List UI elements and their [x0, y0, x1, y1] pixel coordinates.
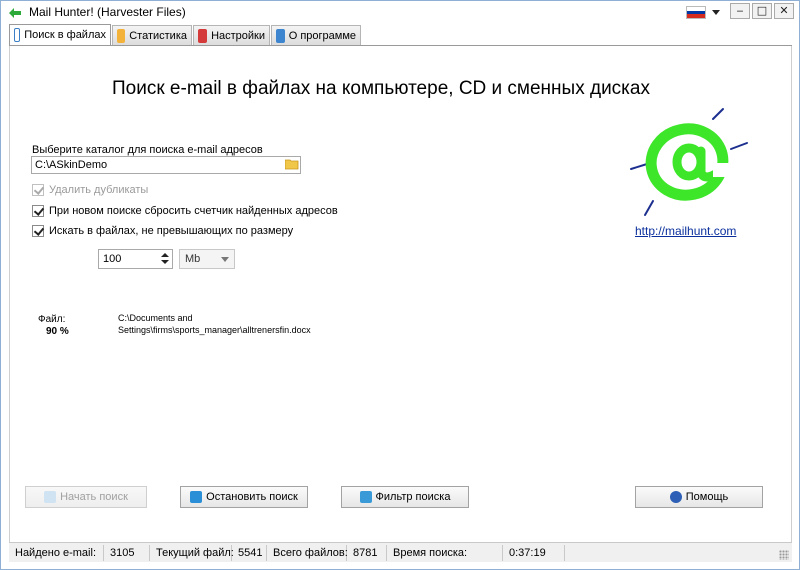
- checkbox-box: [32, 205, 44, 217]
- status-current-value: 5541: [232, 545, 267, 561]
- page-title: Поиск e-mail в файлах на компьютере, CD …: [112, 78, 650, 99]
- help-label: Помощь: [685, 491, 729, 503]
- current-file-path: C:\Documents and Settings\firms\sports_m…: [118, 313, 311, 335]
- directory-input[interactable]: [31, 156, 301, 174]
- start-search-button[interactable]: Начать поиск: [25, 486, 147, 508]
- statistics-icon: [117, 28, 126, 43]
- status-found-value: 3105: [104, 545, 150, 561]
- directory-label: Выберите каталог для поиска e-mail адрес…: [32, 144, 263, 156]
- tab-search-files[interactable]: Поиск в файлах: [9, 24, 111, 45]
- settings-icon: [198, 28, 208, 43]
- reset-counter-label: При новом поиске сбросить счетчик найден…: [49, 205, 338, 217]
- folder-icon[interactable]: [285, 158, 299, 170]
- remove-duplicates-label: Удалить дубликаты: [49, 184, 149, 196]
- tab-divider: [9, 45, 792, 46]
- file-label: Файл:: [38, 314, 66, 325]
- status-current-label: Текущий файл:: [150, 545, 234, 561]
- title-bar[interactable]: Mail Hunter! (Harvester Files) ‒ □ ✕: [1, 1, 799, 23]
- app-logo-icon: [9, 8, 21, 18]
- status-total-label: Всего файлов:: [267, 545, 348, 561]
- stop-search-button[interactable]: Остановить поиск: [180, 486, 308, 508]
- search-filter-label: Фильтр поиска: [375, 491, 451, 503]
- file-progress-percent: 90 %: [46, 326, 69, 337]
- help-button[interactable]: Помощь: [635, 486, 763, 508]
- tab-settings[interactable]: Настройки: [193, 25, 270, 45]
- about-icon: [276, 28, 285, 43]
- chevron-down-icon[interactable]: [712, 10, 720, 15]
- size-unit-select[interactable]: Mb: [179, 249, 235, 269]
- size-unit-value: Mb: [185, 253, 201, 265]
- tab-label: О программе: [288, 29, 356, 42]
- tab-label: Поиск в файлах: [24, 29, 106, 41]
- start-icon: [44, 491, 57, 503]
- search-filter-button[interactable]: Фильтр поиска: [341, 486, 469, 508]
- size-limit-checkbox[interactable]: Искать в файлах, не превышающих по разме…: [32, 225, 293, 237]
- reset-counter-checkbox[interactable]: При новом поиске сбросить счетчик найден…: [32, 205, 338, 217]
- tab-label: Статистика: [129, 29, 187, 42]
- stop-icon: [190, 491, 203, 503]
- search-files-icon: [14, 28, 21, 42]
- checkbox-box: [32, 225, 44, 237]
- tab-statistics[interactable]: Статистика: [112, 25, 192, 45]
- app-window: Mail Hunter! (Harvester Files) ‒ □ ✕ Пои…: [0, 0, 800, 570]
- maximize-button[interactable]: □: [752, 3, 772, 19]
- status-bar: Найдено e-mail: 3105 Текущий файл: 5541 …: [9, 542, 792, 562]
- tab-about[interactable]: О программе: [271, 25, 361, 45]
- status-found-label: Найдено e-mail:: [9, 545, 104, 561]
- help-icon: [669, 491, 682, 503]
- status-time-label: Время поиска:: [387, 545, 503, 561]
- minimize-button[interactable]: ‒: [730, 3, 750, 19]
- size-value: 100: [103, 253, 122, 265]
- language-flag-icon[interactable]: [686, 6, 706, 19]
- tab-label: Настройки: [211, 29, 265, 42]
- status-total-value: 8781: [347, 545, 387, 561]
- window-title: Mail Hunter! (Harvester Files): [29, 5, 186, 19]
- start-search-label: Начать поиск: [60, 491, 128, 503]
- filter-icon: [359, 491, 372, 503]
- status-time-value: 0:37:19: [503, 545, 565, 561]
- checkbox-box: [32, 184, 44, 196]
- chevron-down-icon: [221, 257, 229, 262]
- stop-search-label: Остановить поиск: [206, 491, 298, 503]
- resize-grip-icon[interactable]: [779, 550, 789, 560]
- size-stepper[interactable]: 100: [98, 249, 173, 269]
- size-limit-label: Искать в файлах, не превышающих по разме…: [49, 225, 294, 237]
- website-link[interactable]: http://mailhunt.com: [635, 224, 736, 238]
- close-button[interactable]: ✕: [774, 3, 794, 19]
- remove-duplicates-checkbox[interactable]: Удалить дубликаты: [32, 184, 148, 196]
- at-sign-logo-icon: [630, 108, 748, 216]
- spinner-arrows-icon[interactable]: [161, 252, 169, 266]
